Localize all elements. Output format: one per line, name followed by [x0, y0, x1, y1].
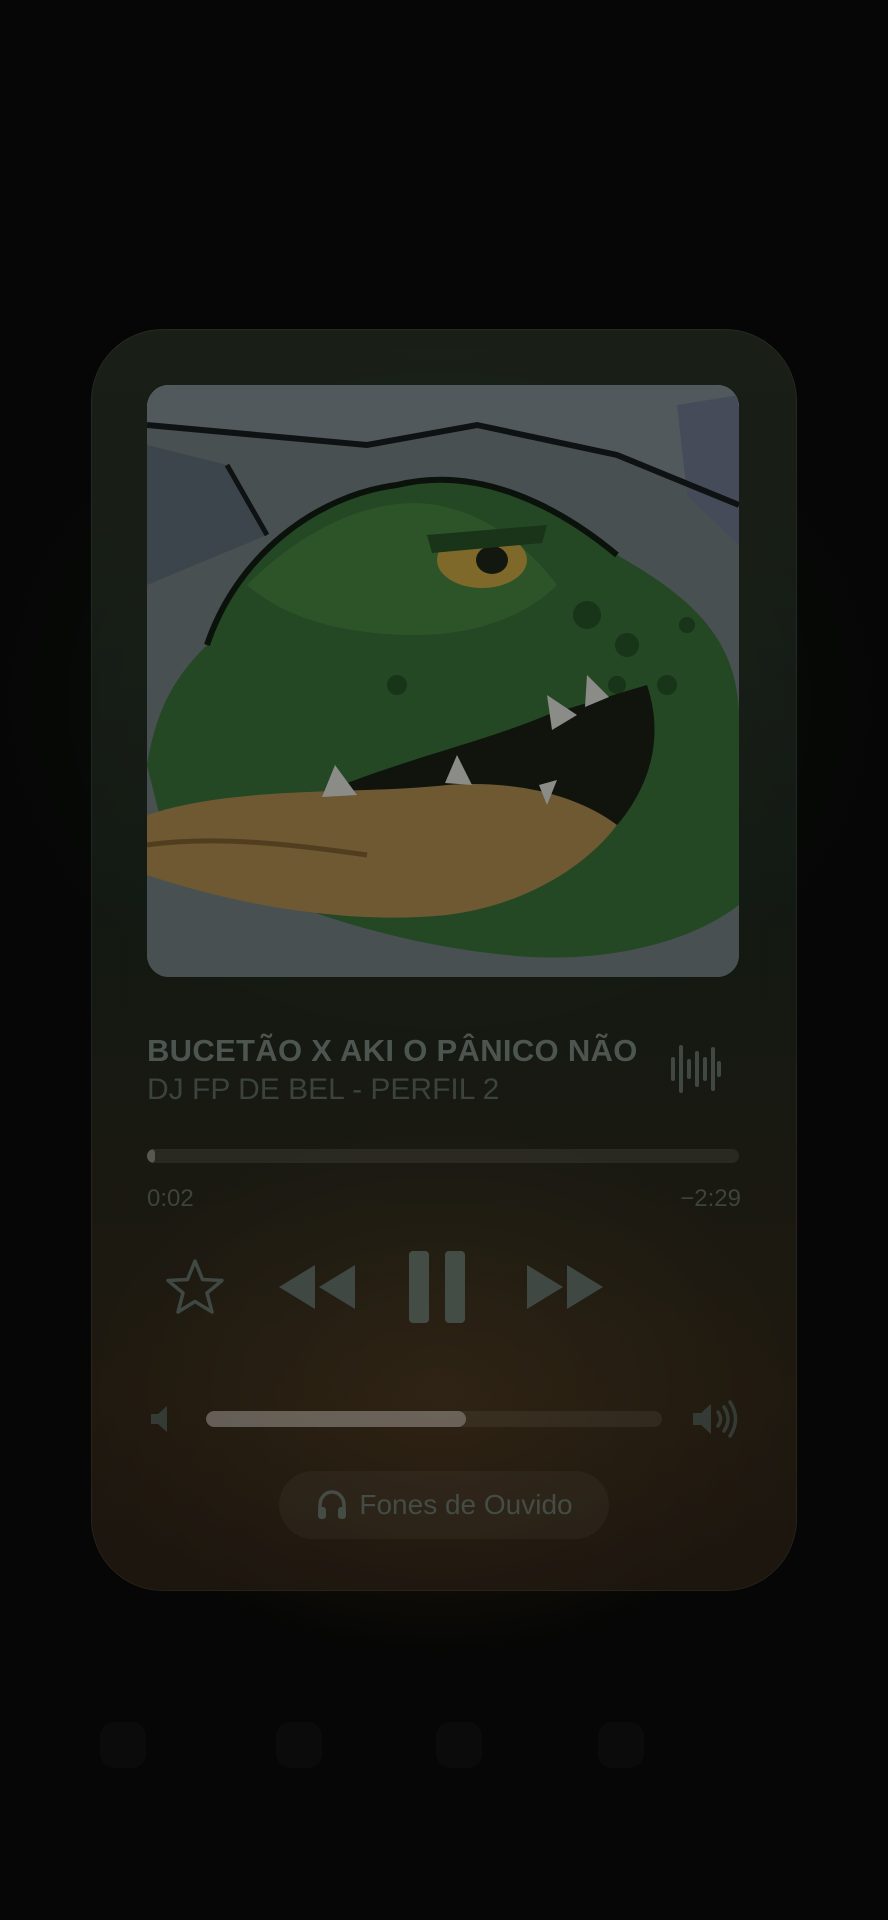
- playback-progress-slider[interactable]: [147, 1149, 739, 1163]
- album-artwork-image: [147, 385, 739, 977]
- playback-progress-fill: [147, 1149, 155, 1163]
- speaker-low-icon: [151, 1406, 167, 1432]
- album-artwork[interactable]: [147, 385, 739, 977]
- rewind-icon[interactable]: [275, 1255, 359, 1319]
- audio-output-button[interactable]: Fones de Ouvido: [279, 1471, 609, 1539]
- volume-slider[interactable]: [206, 1411, 662, 1427]
- pause-icon[interactable]: [405, 1247, 469, 1327]
- time-elapsed: 0:02: [147, 1185, 194, 1212]
- dock-icon-placeholder: [598, 1722, 644, 1768]
- dock-icon-placeholder: [100, 1722, 146, 1768]
- waveform-icon[interactable]: [667, 1041, 723, 1097]
- headphones-icon: [318, 1490, 347, 1519]
- fast-forward-icon[interactable]: [523, 1255, 607, 1319]
- now-playing-card: BUCETÃO X AKI O PÂNICO NÃO DJ FP DE BEL …: [91, 329, 797, 1591]
- star-icon[interactable]: [163, 1255, 227, 1319]
- dock-icon-placeholder: [276, 1722, 322, 1768]
- track-artist[interactable]: DJ FP DE BEL - PERFIL 2: [147, 1073, 647, 1113]
- lock-screen: BUCETÃO X AKI O PÂNICO NÃO DJ FP DE BEL …: [0, 0, 888, 1920]
- audio-output-label: Fones de Ouvido: [359, 1489, 573, 1520]
- dock-icon-placeholder: [436, 1722, 482, 1768]
- track-title[interactable]: BUCETÃO X AKI O PÂNICO NÃO: [147, 1033, 637, 1073]
- speaker-high-icon: [693, 1400, 738, 1438]
- time-remaining: −2:29: [680, 1185, 741, 1212]
- volume-slider-fill: [206, 1411, 466, 1427]
